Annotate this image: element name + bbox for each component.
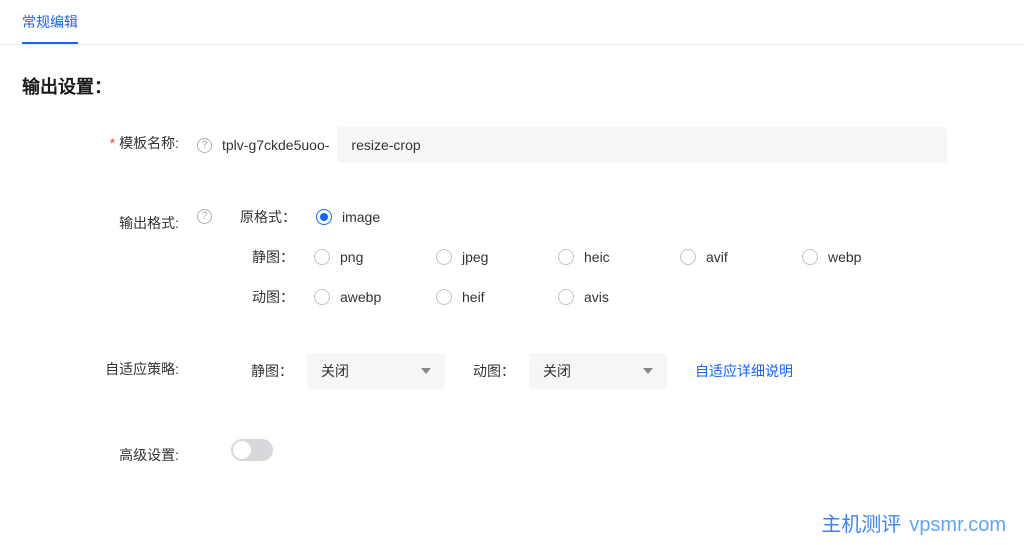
help-icon[interactable]: ? xyxy=(197,209,212,224)
tab-bar: 常规编辑 xyxy=(0,0,1024,45)
sublabel-animated: 动图： xyxy=(222,287,300,307)
label-advanced-settings: 高级设置: xyxy=(22,439,197,465)
section-title-output: 输出设置： xyxy=(0,45,1024,111)
radio-heic[interactable]: heic xyxy=(558,249,636,265)
strategy-static-label: 静图： xyxy=(251,361,293,381)
watermark: 主机测评vpsmr.com xyxy=(821,508,1006,537)
toggle-advanced[interactable] xyxy=(231,439,273,461)
radio-circle-icon xyxy=(558,249,574,265)
select-animated-strategy[interactable]: 关闭 xyxy=(529,353,667,389)
sublabel-static: 静图： xyxy=(222,247,300,267)
label-output-format: 输出格式: xyxy=(22,207,197,233)
radio-circle-icon xyxy=(680,249,696,265)
help-icon[interactable]: ? xyxy=(197,138,212,153)
toggle-knob xyxy=(233,441,251,459)
template-name-input[interactable] xyxy=(337,127,947,163)
radio-avif[interactable]: avif xyxy=(680,249,758,265)
radio-webp[interactable]: webp xyxy=(802,249,880,265)
chevron-down-icon xyxy=(643,368,653,374)
label-adaptive-strategy: 自适应策略: xyxy=(22,353,197,379)
radio-image[interactable]: image xyxy=(316,209,394,225)
radio-avis[interactable]: avis xyxy=(558,289,636,305)
required-indicator: * xyxy=(110,135,115,151)
row-output-format: 输出格式: ? 原格式： image 静图： png xyxy=(0,179,1024,323)
radio-jpeg[interactable]: jpeg xyxy=(436,249,514,265)
row-template-name: *模板名称: ? tplv-g7ckde5uoo- xyxy=(0,111,1024,179)
select-static-strategy[interactable]: 关闭 xyxy=(307,353,445,389)
link-adaptive-details[interactable]: 自适应详细说明 xyxy=(695,361,793,381)
template-name-prefix: tplv-g7ckde5uoo- xyxy=(222,137,329,153)
chevron-down-icon xyxy=(421,368,431,374)
label-template-name: *模板名称: xyxy=(22,127,197,153)
radio-heif[interactable]: heif xyxy=(436,289,514,305)
radio-circle-icon xyxy=(436,289,452,305)
tab-regular-edit[interactable]: 常规编辑 xyxy=(22,0,78,44)
radio-circle-icon xyxy=(436,249,452,265)
row-advanced-settings: 高级设置: xyxy=(0,405,1024,481)
radio-circle-icon xyxy=(314,289,330,305)
radio-circle-icon xyxy=(314,249,330,265)
radio-circle-icon xyxy=(316,209,332,225)
radio-circle-icon xyxy=(558,289,574,305)
row-adaptive-strategy: 自适应策略: 静图： 关闭 动图： 关闭 自适应详细说明 xyxy=(0,323,1024,405)
strategy-animated-label: 动图： xyxy=(473,361,515,381)
sublabel-original: 原格式： xyxy=(240,207,302,227)
radio-circle-icon xyxy=(802,249,818,265)
radio-awebp[interactable]: awebp xyxy=(314,289,392,305)
radio-png[interactable]: png xyxy=(314,249,392,265)
